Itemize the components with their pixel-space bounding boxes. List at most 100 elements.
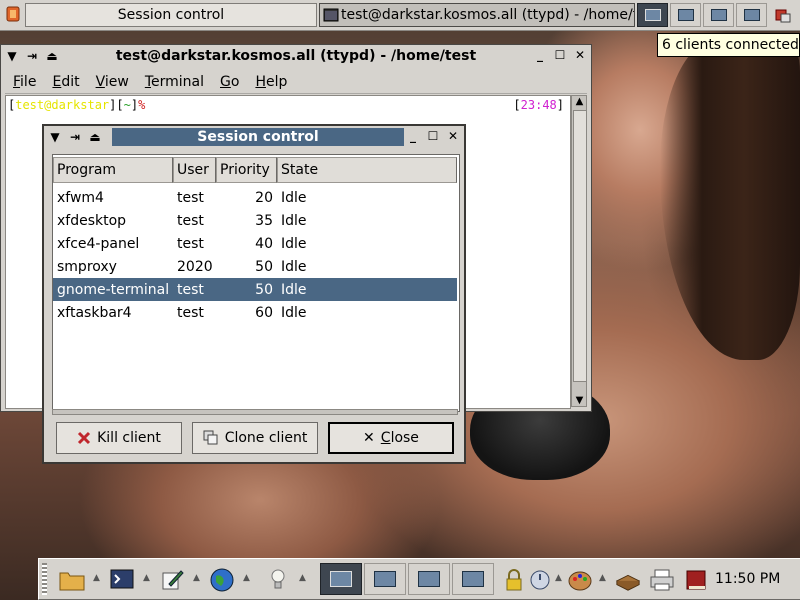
menu-terminal[interactable]: Terminal [145, 71, 204, 93]
panel-clock[interactable]: 11:50 PM [715, 571, 780, 587]
pager-window-thumb [374, 571, 396, 587]
chevron-up-icon[interactable]: ▲ [193, 573, 200, 583]
dialog-titlebar[interactable]: ▼ ⇥ ⏏ Session control _ ☐ ✕ [44, 126, 464, 148]
terminal-titlebar[interactable]: ▼ ⇥ ⏏ test@darkstar.kosmos.all (ttypd) -… [1, 45, 591, 67]
menu-icon[interactable]: ▼ [48, 129, 62, 145]
minimize-icon[interactable]: _ [406, 128, 420, 144]
close-icon[interactable]: ✕ [573, 47, 587, 63]
column-header-program[interactable]: Program [53, 157, 173, 183]
terminal-menubar: File Edit View Terminal Go Help [5, 71, 587, 94]
terminal-scrollbar[interactable]: ▲ ▼ [571, 95, 587, 407]
menu-label: erminal [151, 74, 204, 90]
power-icon[interactable] [527, 567, 553, 593]
column-header-user[interactable]: User [173, 157, 216, 183]
scroll-down-icon[interactable]: ▼ [574, 395, 585, 406]
chevron-up-icon[interactable]: ▲ [243, 573, 250, 583]
workspace-4[interactable] [736, 3, 767, 27]
workspace-2[interactable] [670, 3, 701, 27]
book-icon[interactable] [683, 567, 709, 593]
workspace-4[interactable] [452, 563, 494, 595]
cell-program: xftaskbar4 [57, 304, 132, 321]
maximize-icon[interactable]: ☐ [426, 128, 440, 144]
stick-icon[interactable]: ⇥ [68, 129, 82, 145]
chevron-up-icon[interactable]: ▲ [143, 573, 150, 583]
cell-priority: 20 [255, 189, 273, 206]
minimize-icon[interactable]: _ [533, 47, 547, 63]
menu-label: ile [20, 74, 37, 90]
session-tray-icon[interactable] [774, 6, 792, 28]
scroll-thumb[interactable] [573, 110, 587, 382]
menu-accel: G [220, 74, 231, 90]
prompt-dir: ~ [123, 98, 131, 112]
table-row[interactable]: xfwm4 test 20 Idle [53, 186, 457, 209]
scroll-up-icon[interactable]: ▲ [574, 96, 585, 107]
pager-window-thumb [330, 571, 352, 587]
cell-program: smproxy [57, 258, 117, 275]
lock-icon[interactable] [501, 567, 527, 593]
pager-window-thumb [677, 9, 694, 21]
workspace-1[interactable] [320, 563, 362, 595]
session-app-icon[interactable] [4, 5, 22, 23]
lightbulb-icon[interactable] [265, 567, 291, 593]
prompt-userhost: test@darkstar [15, 98, 110, 112]
pager-window-thumb [644, 9, 661, 21]
printer-icon[interactable] [649, 567, 675, 593]
cell-user: test [177, 281, 204, 298]
cell-state: Idle [281, 189, 307, 206]
column-header-priority[interactable]: Priority [216, 157, 277, 183]
column-header-state[interactable]: State [277, 157, 457, 183]
menu-file[interactable]: File [13, 71, 36, 93]
mailbox-icon[interactable] [615, 567, 641, 593]
menu-help[interactable]: Help [255, 71, 287, 93]
pager-window-thumb [710, 9, 727, 21]
menu-label: iew [104, 74, 129, 90]
workspace-3[interactable] [408, 563, 450, 595]
chevron-up-icon[interactable]: ▲ [93, 573, 100, 583]
close-icon[interactable]: ✕ [446, 128, 460, 144]
clone-client-button[interactable]: Clone client [192, 422, 318, 454]
time-value: 23:48 [520, 98, 557, 112]
chevron-up-icon[interactable]: ▲ [555, 573, 562, 583]
client-list: Program User Priority State xfwm4 test 2… [52, 154, 460, 412]
workspace-3[interactable] [703, 3, 734, 27]
table-row[interactable]: xfce4-panel test 40 Idle [53, 232, 457, 255]
menu-go[interactable]: Go [220, 71, 239, 93]
cell-user: test [177, 304, 204, 321]
shade-icon[interactable]: ⏏ [88, 129, 102, 145]
table-row[interactable]: xftaskbar4 test 60 Idle [53, 301, 457, 324]
cell-program: xfwm4 [57, 189, 104, 206]
globe-icon[interactable] [209, 567, 235, 593]
time-bracket: [ [513, 98, 521, 112]
time-bracket: ] [556, 98, 564, 112]
clients-tooltip: 6 clients connected [657, 33, 800, 57]
taskbar-button-session-control[interactable]: Session control [25, 3, 317, 27]
table-row[interactable]: smproxy 2020 50 Idle [53, 255, 457, 278]
editor-icon[interactable] [159, 567, 185, 593]
palette-icon[interactable] [567, 567, 593, 593]
clone-icon [203, 430, 219, 446]
terminal-icon[interactable] [109, 567, 135, 593]
panel-grip[interactable] [42, 563, 47, 595]
list-hscrollbar[interactable] [52, 409, 458, 415]
table-row-selected[interactable]: gnome-terminal test 50 Idle [53, 278, 457, 301]
cell-state: Idle [281, 258, 307, 275]
folder-icon[interactable] [59, 567, 85, 593]
maximize-icon[interactable]: ☐ [553, 47, 567, 63]
taskbar-button-terminal[interactable]: test@darkstar.kosmos.all (ttypd) - /home… [319, 3, 635, 27]
close-button[interactable]: ✕ Close [328, 422, 454, 454]
client-list-header: Program User Priority State [53, 157, 457, 183]
menu-view[interactable]: View [96, 71, 129, 93]
menu-edit[interactable]: Edit [52, 71, 79, 93]
chevron-up-icon[interactable]: ▲ [299, 573, 306, 583]
workspace-1[interactable] [637, 3, 668, 27]
kill-client-button[interactable]: Kill client [56, 422, 182, 454]
table-row[interactable]: xfdesktop test 35 Idle [53, 209, 457, 232]
terminal-title: test@darkstar.kosmos.all (ttypd) - /home… [115, 48, 477, 64]
task-label: Session control [117, 7, 225, 23]
session-control-dialog: ▼ ⇥ ⏏ Session control _ ☐ ✕ Program User… [42, 124, 466, 464]
workspace-2[interactable] [364, 563, 406, 595]
kill-client-label: Kill client [97, 430, 161, 446]
cell-program: xfce4-panel [57, 235, 140, 252]
prompt-symbol: % [138, 98, 146, 112]
chevron-up-icon[interactable]: ▲ [599, 573, 606, 583]
